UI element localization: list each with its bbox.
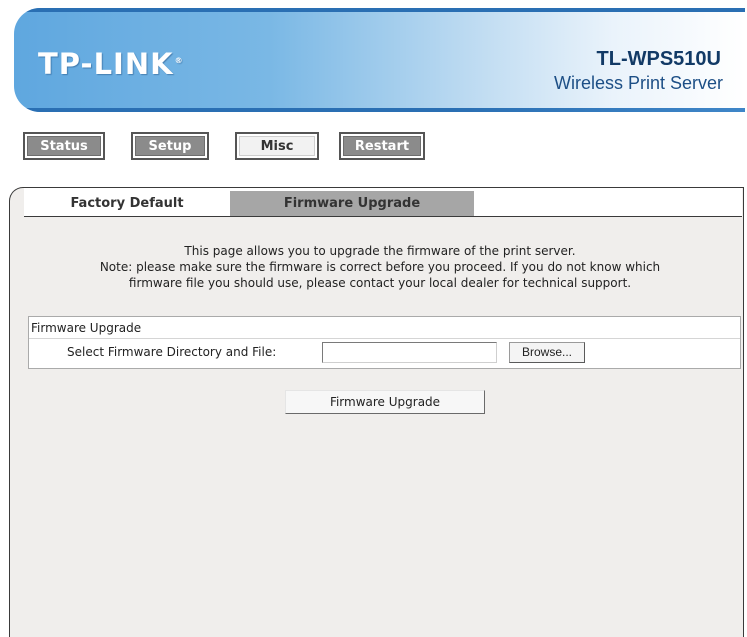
firmware-box-title: Firmware Upgrade [31,321,142,335]
nav-restart-label: Restart [343,136,421,156]
header-banner: TP-LINK® TL-WPS510U Wireless Print Serve… [14,8,745,112]
firmware-upgrade-button[interactable]: Firmware Upgrade [285,390,485,414]
nav-misc-label: Misc [239,136,315,156]
tp-link-logo: TP-LINK® [38,47,184,81]
tab-firmware-upgrade[interactable]: Firmware Upgrade [230,191,474,216]
model-name: TL-WPS510U [596,48,721,70]
nav-status-label: Status [27,136,101,156]
browse-button[interactable]: Browse... [509,342,585,363]
nav-restart-button[interactable]: Restart [339,132,425,160]
header-bottom-border [14,108,745,112]
divider [29,338,740,339]
content-panel: Factory Default Firmware Upgrade This pa… [9,187,744,637]
page-description: This page allows you to upgrade the firm… [24,243,736,291]
firmware-file-input[interactable] [322,342,497,363]
nav-status-button[interactable]: Status [23,132,105,160]
product-subtitle: Wireless Print Server [553,73,723,93]
nav-misc-button[interactable]: Misc [235,132,319,160]
description-line: Note: please make sure the firmware is c… [99,260,661,274]
firmware-file-label: Select Firmware Directory and File: [67,345,277,359]
nav-setup-label: Setup [135,136,205,156]
description-line: This page allows you to upgrade the firm… [184,244,576,258]
description-line: firmware file you should use, please con… [128,276,632,290]
tab-factory-default[interactable]: Factory Default [24,191,230,216]
nav-setup-button[interactable]: Setup [131,132,209,160]
firmware-upgrade-box: Firmware Upgrade Select Firmware Directo… [28,316,741,369]
header-top-border [14,8,745,12]
subtab-bar: Factory Default Firmware Upgrade [24,188,742,217]
